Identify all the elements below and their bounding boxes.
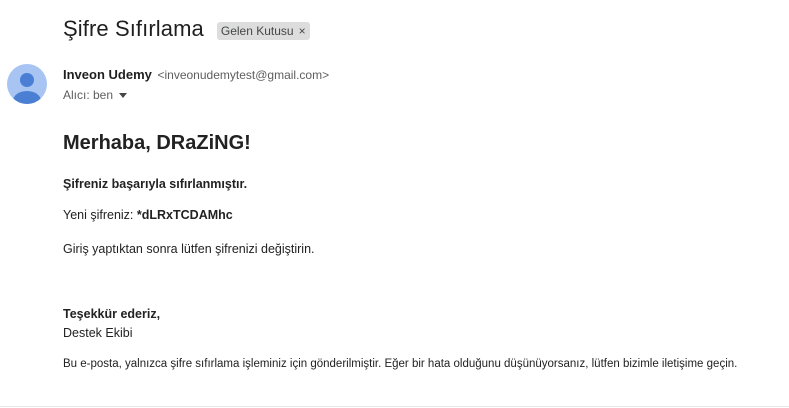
- sender-name[interactable]: Inveon Udemy: [63, 67, 152, 82]
- close-icon[interactable]: ×: [299, 24, 306, 38]
- subject-row: Şifre Sıfırlama Gelen Kutusu ×: [63, 16, 310, 42]
- footer-disclaimer: Bu e-posta, yalnızca şifre sıfırlama işl…: [63, 358, 738, 370]
- new-password-value: *dLRxTCDAMhc: [136, 208, 233, 222]
- reset-success-text: Şifreniz başarıyla sıfırlanmıştır.: [63, 177, 248, 191]
- label-text: Gelen Kutusu: [220, 23, 294, 38]
- sender-line: Inveon Udemy <inveonudemytest@gmail.com>: [63, 67, 329, 82]
- message-greeting: Merhaba, DRaZiNG!: [63, 132, 251, 154]
- sender-email: <inveonudemytest@gmail.com>: [157, 68, 330, 82]
- recipient-line: Alıcı: ben: [63, 88, 128, 102]
- email-subject: Şifre Sıfırlama: [63, 16, 204, 41]
- avatar-person-icon[interactable]: [7, 64, 47, 104]
- inbox-label-chip[interactable]: Gelen Kutusu ×: [216, 21, 310, 40]
- thanks-text: Teşekkür ederiz,: [63, 307, 161, 321]
- new-password-label: Yeni şifreniz:: [63, 208, 137, 222]
- change-password-advice: Giriş yaptıktan sonra lütfen şifrenizi d…: [63, 242, 315, 256]
- new-password-line: Yeni şifreniz: *dLRxTCDAMhc: [63, 208, 233, 222]
- team-signature: Destek Ekibi: [63, 326, 133, 340]
- divider: [0, 406, 789, 407]
- recipient-text: Alıcı: ben: [63, 88, 114, 102]
- caret-down-icon[interactable]: [119, 92, 128, 98]
- email-view: Şifre Sıfırlama Gelen Kutusu × Inveon Ud…: [0, 0, 789, 408]
